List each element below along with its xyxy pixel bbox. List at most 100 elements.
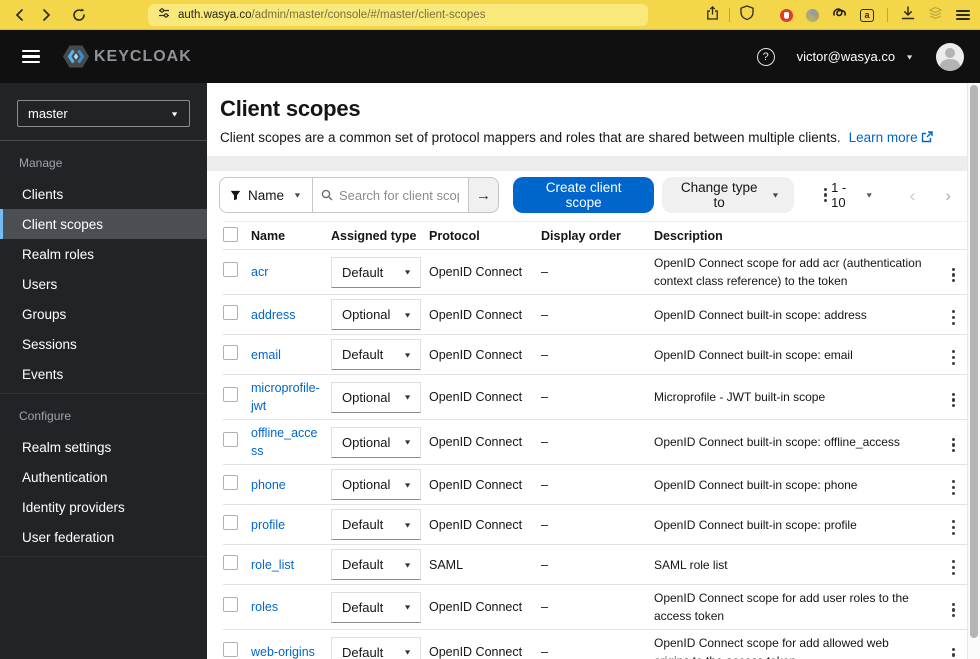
search-field[interactable]	[312, 177, 469, 213]
search-type-dropdown[interactable]: Name ▼	[219, 177, 313, 213]
row-checkbox[interactable]	[223, 344, 238, 360]
assigned-type-select[interactable]: Optional ▼	[331, 381, 421, 413]
row-checkbox[interactable]	[223, 597, 238, 612]
row-kebab-menu[interactable]	[948, 389, 959, 412]
change-type-dropdown[interactable]: Change type to ▼	[662, 177, 794, 213]
extension-search-icon[interactable]: a	[860, 8, 874, 22]
scope-name-link[interactable]: web-origins	[251, 645, 315, 659]
row-checkbox[interactable]	[223, 474, 238, 490]
learn-more-link[interactable]: Learn more	[849, 130, 933, 145]
sidebar-item-users[interactable]: Users	[0, 269, 207, 299]
shield-icon[interactable]	[740, 5, 754, 25]
row-checkbox[interactable]	[223, 514, 238, 530]
assigned-type-select[interactable]: Optional ▼	[331, 299, 421, 330]
nav-section-label: Manage	[19, 156, 63, 170]
sidebar-item-groups[interactable]: Groups	[0, 299, 207, 329]
realm-selector[interactable]: master ▼	[17, 100, 190, 127]
extension-red-icon[interactable]	[780, 8, 793, 22]
sidebar-item-client-scopes[interactable]: Client scopes	[0, 209, 207, 239]
reload-button[interactable]	[72, 8, 86, 22]
description-cell: OpenID Connect built-in scope: offline_a…	[654, 435, 900, 449]
help-icon[interactable]: ?	[756, 47, 775, 66]
keycloak-logo[interactable]: KEYCLOAK	[62, 44, 192, 69]
sidebar-item-realm-settings[interactable]: Realm settings	[0, 432, 207, 462]
row-checkbox[interactable]	[223, 432, 238, 447]
scope-name-link[interactable]: role_list	[251, 558, 294, 572]
assigned-type-select[interactable]: Optional ▼	[331, 426, 421, 458]
scope-name-link[interactable]: offline_access	[251, 426, 318, 458]
back-button[interactable]	[14, 8, 26, 21]
assigned-type-select[interactable]: Default ▼	[331, 339, 421, 370]
column-header-name: Name	[251, 228, 286, 243]
row-checkbox[interactable]	[223, 262, 238, 277]
extension-squiggle-icon[interactable]	[832, 6, 847, 24]
row-kebab-menu[interactable]	[948, 556, 959, 579]
display-order-cell: –	[541, 307, 548, 322]
sidebar-item-identity-providers[interactable]: Identity providers	[0, 492, 207, 522]
row-checkbox[interactable]	[223, 642, 238, 657]
description-cell: OpenID Connect scope for add user roles …	[654, 591, 909, 623]
scope-name-link[interactable]: roles	[251, 600, 278, 614]
share-icon[interactable]	[706, 5, 719, 25]
pagination-next-button[interactable]: ›	[943, 187, 953, 204]
table-row: phone Optional ▼ OpenID Connect – OpenID…	[223, 465, 967, 505]
page-scrollbar[interactable]	[967, 83, 980, 659]
forward-button[interactable]	[40, 8, 52, 21]
row-kebab-menu[interactable]	[948, 346, 959, 369]
toolbar-kebab-menu[interactable]	[820, 184, 831, 207]
assigned-type-select[interactable]: Default ▼	[331, 549, 421, 580]
table-row: email Default ▼ OpenID Connect – OpenID …	[223, 335, 967, 375]
scrollbar-thumb[interactable]	[970, 85, 978, 638]
row-kebab-menu[interactable]	[948, 434, 959, 457]
toolbar: Name ▼ → Create client scope Change type…	[207, 171, 967, 221]
search-submit-button[interactable]: →	[468, 177, 499, 213]
download-icon[interactable]	[901, 5, 915, 25]
user-dropdown[interactable]: victor@wasya.co ▼	[797, 49, 914, 64]
chevron-down-icon: ▼	[771, 191, 780, 199]
row-kebab-menu[interactable]	[948, 644, 959, 659]
avatar[interactable]	[936, 42, 964, 71]
filter-icon	[230, 190, 241, 200]
row-kebab-menu[interactable]	[948, 516, 959, 539]
row-kebab-menu[interactable]	[948, 476, 959, 499]
scope-name-link[interactable]: profile	[251, 518, 285, 532]
row-kebab-menu[interactable]	[948, 599, 959, 622]
assigned-type-select[interactable]: Optional ▼	[331, 469, 421, 500]
address-bar[interactable]: auth.wasya.co/admin/master/console/#/mas…	[148, 4, 648, 26]
sidebar-item-realm-roles[interactable]: Realm roles	[0, 239, 207, 269]
create-client-scope-button[interactable]: Create client scope	[512, 177, 655, 213]
browser-menu-icon[interactable]	[956, 8, 970, 23]
sidebar-item-authentication[interactable]: Authentication	[0, 462, 207, 492]
sidebar-item-events[interactable]: Events	[0, 359, 207, 389]
sidebar-item-sessions[interactable]: Sessions	[0, 329, 207, 359]
select-all-checkbox[interactable]	[223, 226, 238, 242]
pagination-options-toggle[interactable]: ▼	[865, 191, 874, 199]
pagination-prev-button[interactable]: ‹	[908, 187, 918, 204]
assigned-type-select[interactable]: Default ▼	[331, 256, 421, 288]
assigned-type-select[interactable]: Default ▼	[331, 636, 421, 659]
row-checkbox[interactable]	[223, 554, 238, 570]
layers-icon[interactable]	[928, 6, 943, 24]
scope-name-link[interactable]: acr	[251, 265, 268, 279]
scope-name-link[interactable]: address	[251, 308, 295, 322]
row-checkbox[interactable]	[223, 304, 238, 320]
user-name: victor@wasya.co	[796, 49, 896, 64]
assigned-type-select[interactable]: Default ▼	[331, 591, 421, 623]
sidebar-item-clients[interactable]: Clients	[0, 179, 207, 209]
chevron-down-icon: ▼	[403, 520, 412, 529]
site-controls-icon[interactable]	[158, 6, 170, 24]
scope-name-link[interactable]: email	[251, 348, 281, 362]
description-cell: OpenID Connect built-in scope: profile	[654, 517, 857, 532]
search-input[interactable]	[338, 187, 459, 203]
assigned-type-select[interactable]: Default ▼	[331, 509, 421, 540]
sidebar-item-user-federation[interactable]: User federation	[0, 522, 207, 552]
scope-name-link[interactable]: microprofile-jwt	[251, 381, 320, 413]
scope-name-link[interactable]: phone	[251, 478, 286, 492]
nav-toggle-icon[interactable]	[22, 46, 40, 67]
row-kebab-menu[interactable]	[948, 306, 959, 329]
row-kebab-menu[interactable]	[948, 264, 959, 287]
extension-color-icon[interactable]	[806, 8, 819, 22]
chevron-down-icon: ▼	[403, 393, 412, 401]
column-header-assigned-type: Assigned type	[331, 228, 417, 243]
row-checkbox[interactable]	[223, 387, 238, 402]
